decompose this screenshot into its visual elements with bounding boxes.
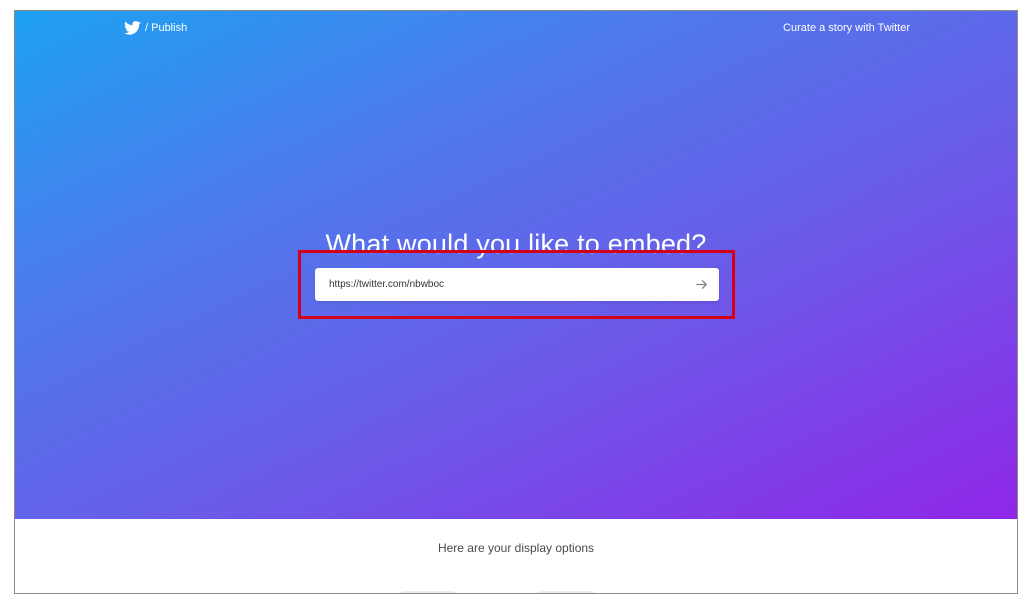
display-options-section: Here are your display options xyxy=(15,519,1017,593)
display-options-title: Here are your display options xyxy=(437,541,595,555)
embed-url-input[interactable] xyxy=(315,268,685,301)
submit-button[interactable] xyxy=(691,274,713,296)
hero-section: / Publish Curate a story with Twitter Wh… xyxy=(15,11,1017,519)
embed-url-field xyxy=(315,268,719,301)
top-nav: / Publish Curate a story with Twitter xyxy=(15,11,1017,51)
curate-story-link[interactable]: Curate a story with Twitter xyxy=(783,22,910,34)
browser-viewport: / Publish Curate a story with Twitter Wh… xyxy=(14,10,1018,594)
arrow-right-icon xyxy=(696,277,708,293)
publish-home-link[interactable]: / Publish xyxy=(124,21,187,35)
embed-headline: What would you like to embed? xyxy=(325,229,707,259)
display-option-card[interactable] xyxy=(395,591,461,593)
twitter-bird-icon xyxy=(124,21,141,35)
brand-label: / Publish xyxy=(145,22,188,34)
display-option-card[interactable] xyxy=(533,591,599,593)
